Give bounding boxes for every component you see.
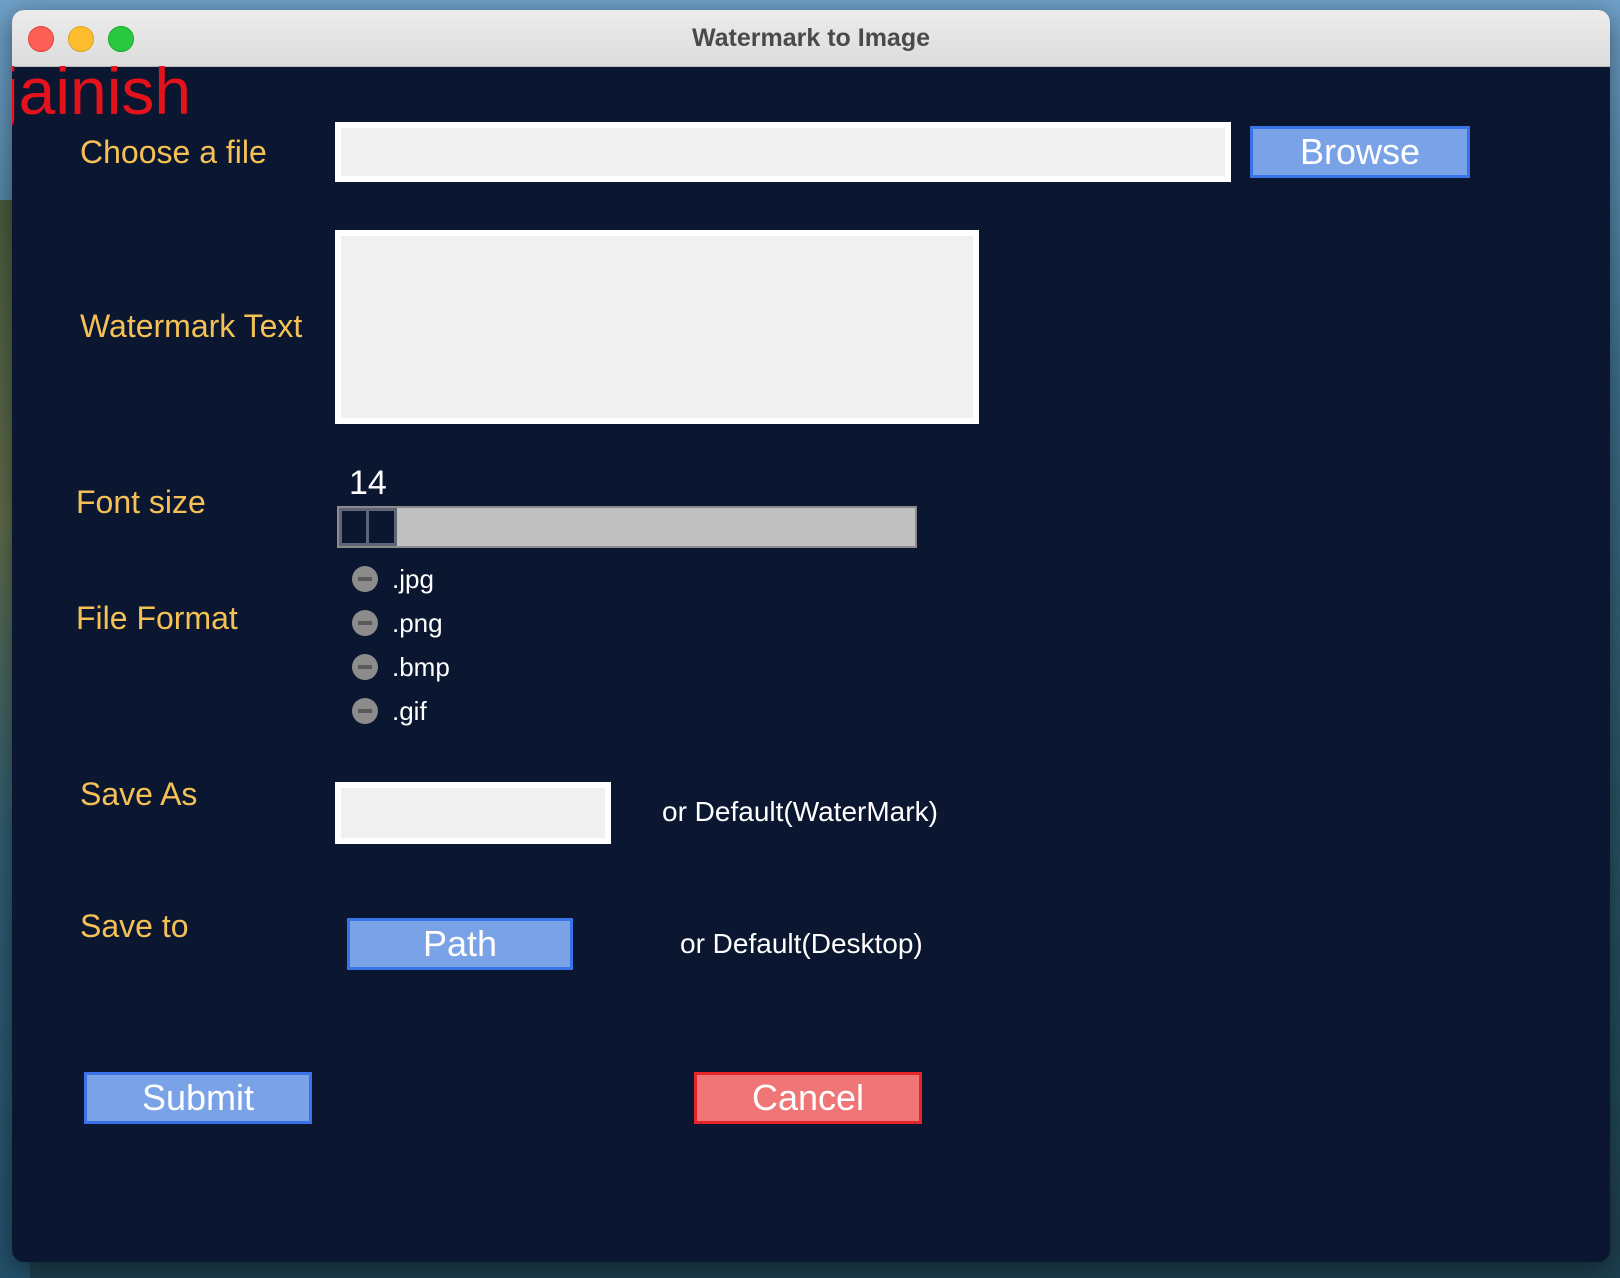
- save-as-input[interactable]: [335, 782, 611, 844]
- path-button[interactable]: Path: [347, 918, 573, 970]
- radio-option-bmp[interactable]: .bmp: [352, 650, 450, 684]
- cancel-button[interactable]: Cancel: [694, 1072, 922, 1124]
- radio-icon[interactable]: [352, 698, 378, 724]
- save-as-default-note: or Default(WaterMark): [662, 796, 938, 827]
- slider-thumb[interactable]: [339, 508, 397, 546]
- watermark-text-label: Watermark Text: [80, 308, 303, 344]
- save-to-default-note: or Default(Desktop): [680, 928, 923, 959]
- watermark-text-area[interactable]: [335, 230, 979, 424]
- font-size-value: 14: [349, 464, 387, 502]
- choose-file-label: Choose a file: [80, 134, 267, 170]
- browse-button[interactable]: Browse: [1250, 126, 1470, 178]
- radio-option-png[interactable]: .png: [352, 606, 443, 640]
- window-title: Watermark to Image: [691, 24, 931, 52]
- radio-label: .bmp: [392, 651, 450, 682]
- submit-button[interactable]: Submit: [84, 1072, 312, 1124]
- form-content: jainish Choose a file Browse Watermark T…: [12, 58, 1610, 1262]
- radio-option-jpg[interactable]: .jpg: [352, 562, 434, 596]
- radio-icon[interactable]: [352, 610, 378, 636]
- font-size-slider[interactable]: [337, 506, 917, 548]
- radio-label: .jpg: [392, 563, 434, 594]
- app-window: Watermark to Image jainish Choose a file…: [12, 10, 1610, 1262]
- radio-label: .gif: [392, 695, 427, 726]
- radio-icon[interactable]: [352, 654, 378, 680]
- title-bar: Watermark to Image: [12, 10, 1610, 67]
- radio-label: .png: [392, 607, 443, 638]
- author-label: jainish: [12, 54, 192, 128]
- radio-option-gif[interactable]: .gif: [352, 694, 427, 728]
- radio-icon[interactable]: [352, 566, 378, 592]
- font-size-label: Font size: [76, 484, 206, 520]
- save-as-label: Save As: [80, 776, 198, 812]
- file-path-input[interactable]: [335, 122, 1231, 182]
- file-format-label: File Format: [76, 600, 238, 636]
- save-to-label: Save to: [80, 908, 189, 944]
